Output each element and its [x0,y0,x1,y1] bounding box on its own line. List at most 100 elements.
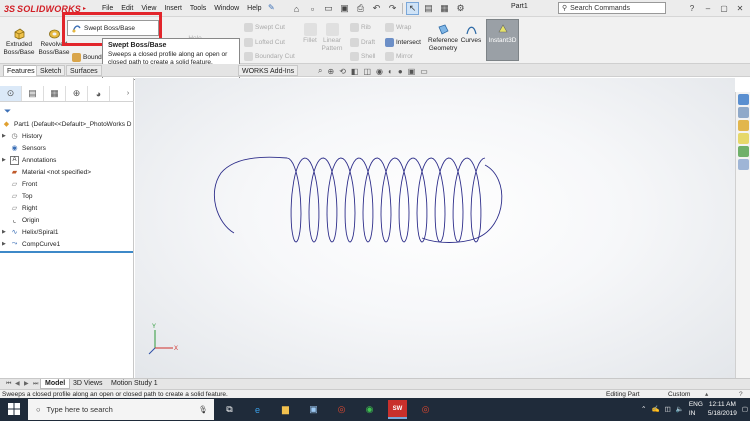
tree-item-helix[interactable]: ▶ ∿ Helix/Spiral1 [2,226,134,238]
menu-help[interactable]: Help [243,3,265,14]
shell-button[interactable]: Shell [350,52,375,61]
previous-view-icon[interactable]: ⟲ [339,67,346,76]
boundary-cut-button[interactable]: Boundary Cut [244,52,295,61]
lofted-cut-button[interactable]: Lofted Cut [244,38,285,47]
tabs-overflow-icon[interactable]: › [122,86,134,101]
display-style-icon[interactable]: ◉ [376,67,383,76]
open-folder-icon[interactable]: ▭ [322,2,335,15]
extruded-boss-button[interactable]: Extruded Boss/Base [3,27,35,57]
solidworks-resources-icon[interactable] [737,94,749,105]
wrap-button[interactable]: Wrap [385,23,411,32]
tree-item-origin[interactable]: ⌞ Origin [2,214,134,226]
tree-root-part[interactable]: ◆ Part1 (Default<<Default>_PhotoWorks D [2,118,134,130]
new-document-icon[interactable]: ▫ [306,2,319,15]
tree-item-history[interactable]: ▶ ◷ History [2,130,134,142]
whatsapp-icon[interactable]: ◉ [360,400,379,419]
apply-scene-icon[interactable]: ▣ [408,67,416,76]
rollback-bar[interactable] [0,251,133,253]
logo-expand-icon[interactable]: ▸ [83,5,86,12]
notifications-icon[interactable]: ▢ [742,405,748,413]
property-manager-tab-icon[interactable]: ▤ [22,86,44,101]
network-icon[interactable]: ◫ [665,405,671,413]
task-view-icon[interactable]: ⧉ [220,400,239,419]
expand-arrow-icon[interactable]: ▶ [2,157,10,163]
taskbar-search-box[interactable]: ○ Type here to search 🎙 [28,399,214,420]
expand-arrow-icon[interactable]: ▶ [2,241,10,247]
tab-solidworks-addins[interactable]: WORKS Add-Ins [238,65,299,76]
view-settings-icon[interactable]: ▭ [420,67,428,76]
volume-icon[interactable]: 🔈 [676,405,684,413]
expand-arrow-icon[interactable]: ▶ [2,229,10,235]
restore-icon[interactable]: ▢ [716,0,732,16]
close-icon[interactable]: ✕ [732,0,748,16]
filter-icon[interactable]: ⏷ [4,106,11,117]
search-scope-icon[interactable]: ⚲ [562,4,567,12]
tab-features[interactable]: Features [3,65,39,76]
instant3d-toggle[interactable]: Instant3D [486,19,519,61]
windows-start-icon[interactable] [8,403,20,415]
zoom-to-fit-icon[interactable]: ⌕ [318,66,322,76]
design-library-icon[interactable] [737,107,749,118]
tree-item-annotations[interactable]: ▶ A Annotations [2,154,134,166]
zoom-area-icon[interactable]: ⊕ [327,67,334,76]
tray-expand-icon[interactable]: ⌃ [641,405,646,413]
view-palette-icon[interactable] [737,133,749,144]
microphone-icon[interactable]: 🎙 [198,405,208,414]
help-icon[interactable]: ? [684,0,700,16]
tab-motion-study[interactable]: Motion Study 1 [107,379,162,389]
save-icon[interactable]: ▣ [338,2,351,15]
tab-surfaces[interactable]: Surfaces [66,65,102,76]
chrome-icon[interactable]: ◎ [332,400,351,419]
dimxpert-tab-icon[interactable]: ⊕ [66,86,88,101]
tree-item-sensors[interactable]: ◉ Sensors [2,142,134,154]
file-explorer-icon[interactable] [737,120,749,131]
intersect-button[interactable]: Intersect [385,38,421,47]
tree-item-right-plane[interactable]: ▱ Right [2,202,134,214]
store-icon[interactable]: ▣ [304,400,323,419]
menu-tools[interactable]: Tools [186,3,210,14]
chrome-secondary-icon[interactable]: ◎ [416,400,435,419]
file-properties-icon[interactable]: ▦ [438,2,451,15]
redo-icon[interactable]: ↷ [386,2,399,15]
draft-button[interactable]: Draft [350,38,375,47]
edit-appearance-icon[interactable]: ● [398,67,403,76]
pin-menu-icon[interactable]: ✎ [268,3,275,12]
custom-properties-icon[interactable] [737,159,749,170]
feature-manager-tab-icon[interactable]: ⊙ [0,86,22,101]
appearances-icon[interactable] [737,146,749,157]
swept-cut-button[interactable]: Swept Cut [244,23,285,32]
tree-item-material[interactable]: ▰ Material <not specified> [2,166,134,178]
view-orientation-icon[interactable]: ◫ [363,67,371,76]
file-explorer-icon[interactable]: ▆ [276,400,295,419]
mirror-button[interactable]: Mirror [385,52,413,61]
hide-show-items-icon[interactable]: ◐ [388,67,393,76]
tab-sketch[interactable]: Sketch [36,65,66,76]
search-commands-input[interactable]: ⚲ Search Commands [558,2,666,14]
undo-icon[interactable]: ↶ [370,2,383,15]
clock[interactable]: 12:11 AM 5/18/2019 [708,400,737,418]
tab-model[interactable]: Model [40,379,71,389]
rebuild-icon[interactable]: ▤ [422,2,435,15]
expand-arrow-icon[interactable]: ▶ [2,133,10,139]
tree-item-front-plane[interactable]: ▱ Front [2,178,134,190]
section-view-icon[interactable]: ◧ [351,67,359,76]
pen-icon[interactable]: ✍ [651,405,659,413]
curves-button[interactable]: Curves [460,23,482,45]
reference-geometry-button[interactable]: Reference Geometry [427,23,459,53]
graphics-area[interactable]: Y X [135,78,735,378]
tree-item-compcurve[interactable]: ▶ ⤳ CompCurve1 [2,238,134,250]
select-cursor-icon[interactable]: ↖ [406,2,419,15]
home-icon[interactable]: ⌂ [290,2,303,15]
minimize-icon[interactable]: – [700,0,716,16]
fillet-button[interactable]: Fillet [301,23,319,45]
solidworks-app-icon[interactable]: SW [388,400,407,419]
linear-pattern-button[interactable]: Linear Pattern [320,23,344,53]
menu-insert[interactable]: Insert [160,3,186,14]
tab-3d-views[interactable]: 3D Views [69,379,106,389]
language-indicator[interactable]: ENG IN [689,400,703,418]
display-manager-tab-icon[interactable]: ◕ [88,86,110,101]
rib-button[interactable]: Rib [350,23,371,32]
edge-browser-icon[interactable]: e [248,400,267,419]
options-gear-icon[interactable]: ⚙ [454,2,467,15]
menu-window[interactable]: Window [210,3,243,14]
